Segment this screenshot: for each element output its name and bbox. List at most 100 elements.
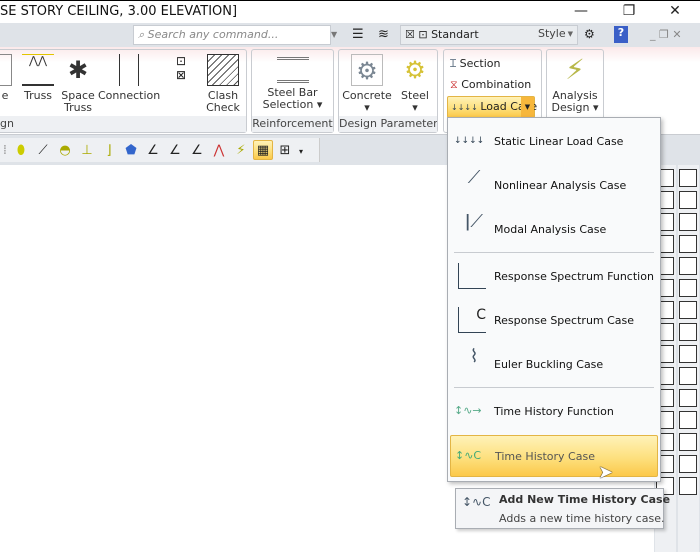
layers-icon[interactable]: ☰ — [352, 27, 364, 42]
report-icon[interactable] — [679, 389, 697, 407]
tag-icon[interactable]: ⬟ — [121, 141, 141, 161]
small-tool-icon[interactable]: ⊡ ⊠ — [176, 54, 186, 82]
grip-icon[interactable]: ⁞ — [1, 141, 9, 161]
time-history-case-icon: ↕∿C — [462, 495, 491, 509]
menu-separator — [454, 387, 654, 388]
capsule-icon[interactable]: ⬮ — [11, 141, 31, 161]
menu-item-static-linear-load-case[interactable]: ↓↓↓↓ Static Linear Load Case — [450, 120, 658, 162]
clash-check-button[interactable]: Clash Check — [201, 54, 245, 114]
load-case-button[interactable]: ↓↓↓↓ Load Case ▼ — [447, 96, 537, 118]
report-icon[interactable] — [679, 235, 697, 253]
connection-button[interactable]: Connection — [98, 54, 160, 102]
spectrum-case-icon: C — [458, 307, 486, 333]
truss-button[interactable]: ⋀⋀ Truss — [18, 54, 58, 102]
dome-icon[interactable]: ◓ — [55, 141, 75, 161]
search-dropdown-icon[interactable]: ▼ — [331, 25, 343, 45]
lightning-icon[interactable]: ⚡ — [231, 141, 251, 161]
report-icon[interactable] — [679, 213, 697, 231]
report-icon[interactable] — [679, 477, 697, 495]
report-icon[interactable] — [679, 169, 697, 187]
report-icon[interactable] — [679, 411, 697, 429]
report-icon[interactable] — [679, 455, 697, 473]
frame-icon — [0, 54, 12, 86]
restore-button[interactable]: ❐ — [614, 3, 644, 21]
mdi-controls[interactable]: _ ❐ ✕ — [650, 28, 682, 41]
stairs-icon[interactable]: ⟋ — [33, 141, 53, 161]
group-label: Design Parameters — [339, 116, 437, 132]
report-icon[interactable] — [679, 279, 697, 297]
window-title: SE STORY CEILING, 3.00 ELEVATION] — [0, 4, 238, 19]
ribbon-button-partial[interactable]: e — [0, 54, 12, 102]
curve-icon[interactable]: ∠ — [143, 141, 163, 161]
report-icon[interactable] — [679, 367, 697, 385]
toolbar-overflow-icon[interactable]: ▾ — [297, 142, 305, 162]
angle-icon[interactable]: ⌋ — [99, 141, 119, 161]
truss-icon: ⋀⋀ — [22, 54, 54, 86]
curve-p-icon[interactable]: ∠ — [165, 141, 185, 161]
nonlinear-icon: ⟋ — [467, 167, 481, 188]
spectrum-icon[interactable]: ⋀ — [209, 141, 229, 161]
quick-access-bar: ⌕ Search any command... ▼ ☰ ≋ ☒ ⊡ Standa… — [0, 23, 700, 47]
report-icon[interactable] — [679, 323, 697, 341]
buckling-icon: ⌇ — [469, 346, 479, 367]
concrete-button[interactable]: ⚙ Concrete ▾ — [341, 54, 393, 114]
clash-check-icon — [207, 54, 239, 86]
menu-item-nonlinear-analysis-case[interactable]: ⟋ Nonlinear Analysis Case — [450, 164, 658, 206]
grid-icon[interactable]: ⊞ — [275, 141, 295, 161]
group-label: Reinforcement — [252, 116, 333, 132]
report-icon[interactable] — [679, 301, 697, 319]
report-icon[interactable] — [679, 191, 697, 209]
spectrum-function-icon — [458, 263, 486, 289]
menu-item-response-spectrum-function[interactable]: Response Spectrum Function — [450, 255, 658, 297]
combination-button[interactable]: ⧖ Combination — [450, 78, 531, 92]
search-placeholder: Search any command... — [147, 28, 279, 41]
lightning-icon: ⚡ — [565, 53, 585, 86]
search-input[interactable]: ⌕ Search any command... — [133, 25, 331, 45]
grid-active-icon[interactable]: ▦ — [253, 140, 273, 160]
menu-item-modal-analysis-case[interactable]: ǀ⟋ Modal Analysis Case — [450, 208, 658, 250]
gear-icon: ⚙ — [351, 54, 383, 86]
combination-icon: ⧖ — [450, 78, 462, 91]
analysis-toolbar: ⁞ ⬮ ⟋ ◓ ⊥ ⌋ ⬟ ∠ ∠ ∠ ⋀ ⚡ ▦ ⊞ ▾ — [0, 138, 320, 162]
steel-bar-icon — [276, 57, 309, 83]
time-history-function-icon: ↕∿→ — [454, 404, 482, 417]
tooltip-title: Add New Time History Case — [499, 493, 671, 506]
menu-item-time-history-case[interactable]: ↕∿C Time History Case — [450, 435, 658, 477]
menu-item-time-history-function[interactable]: ↕∿→ Time History Function — [450, 390, 658, 432]
connection-icon — [119, 54, 139, 86]
minimize-button[interactable]: — — [566, 3, 596, 21]
space-truss-icon: ✱ — [67, 56, 89, 84]
ribbon-group-design: e ⋀⋀ Truss ✱ Space Truss Connection ⊡ ⊠ Cla… — [0, 49, 247, 133]
static-load-icon: ↓↓↓↓ — [454, 136, 485, 146]
report-icon[interactable] — [679, 433, 697, 451]
steel-bar-selection-button[interactable]: Steel Bar Selection ▾ — [252, 54, 333, 111]
load-case-dropdown-menu: ↓↓↓↓ Static Linear Load Case ⟋ Nonlinear A… — [447, 117, 661, 482]
curve-question-icon[interactable]: ∠ — [187, 141, 207, 161]
layers-stack-icon[interactable]: ≋ — [378, 27, 389, 42]
title-bar: SE STORY CEILING, 3.00 ELEVATION] — ❐ ✕ — [0, 0, 700, 23]
style-label[interactable]: Style — [538, 27, 566, 40]
analysis-design-button[interactable]: ⚡ Analysis Design ▾ — [547, 54, 603, 114]
space-truss-button[interactable]: ✱ Space Truss — [58, 54, 98, 114]
help-icon[interactable]: ? — [614, 26, 628, 43]
modal-icon: ǀ⟋ — [465, 211, 483, 232]
chevron-down-icon: ▼ — [567, 30, 573, 38]
ribbon-group-reinforcement: Steel Bar Selection ▾ Reinforcement — [251, 49, 334, 133]
report-icon[interactable] — [679, 257, 697, 275]
ribbon-group-design-parameters: ⚙ Concrete ▾ ⚙ Steel ▾ Design Parameters — [338, 49, 438, 133]
settings-robot-icon[interactable]: ⚙ — [584, 27, 595, 41]
style-combo-value: Standart — [431, 28, 479, 41]
load-icon: ↓↓↓↓ — [451, 103, 481, 112]
time-history-case-icon: ↕∿C — [455, 449, 482, 462]
gear-icon: ⚙ — [404, 56, 426, 84]
report-icon[interactable] — [679, 345, 697, 363]
post-icon[interactable]: ⊥ — [77, 141, 97, 161]
menu-item-response-spectrum-case[interactable]: C Response Spectrum Case — [450, 299, 658, 341]
steel-button[interactable]: ⚙ Steel ▾ — [393, 54, 437, 114]
vertical-toolbar-2 — [678, 165, 699, 552]
menu-item-euler-buckling-case[interactable]: ⌇ Euler Buckling Case — [450, 343, 658, 385]
group-label: gn — [0, 116, 246, 132]
section-button[interactable]: Ɪ Section — [450, 56, 501, 71]
mouse-cursor: ➤ — [598, 462, 614, 483]
close-button[interactable]: ✕ — [660, 3, 690, 21]
